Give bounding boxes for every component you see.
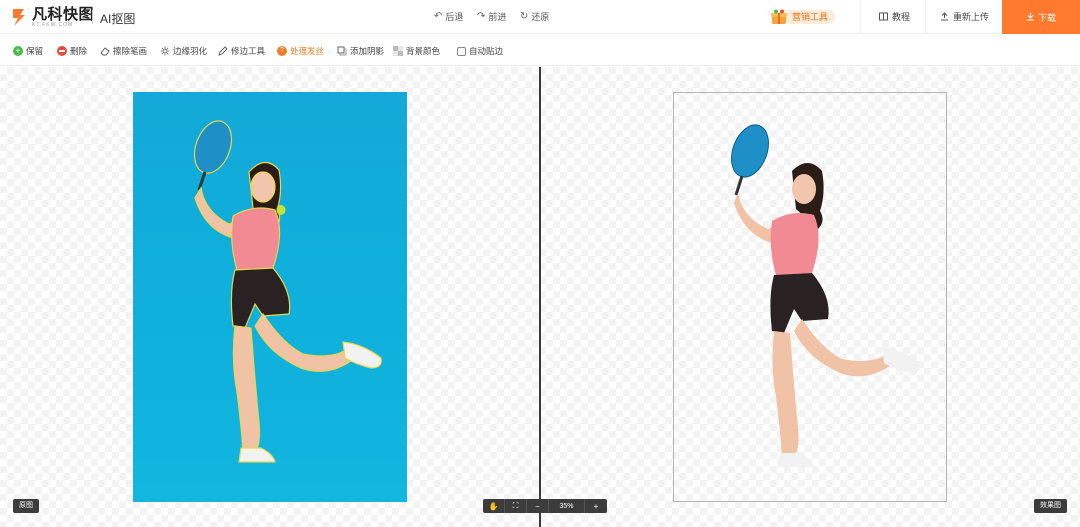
add-shadow-button[interactable]: 添加阴影	[337, 45, 384, 57]
gift-icon	[770, 8, 788, 26]
header-separator	[925, 0, 926, 34]
redo-button[interactable]: ↷ 前进	[477, 10, 506, 23]
restore-label: 还原	[531, 12, 550, 22]
zoom-controls: ✋ ⛶ − 35% +	[483, 499, 607, 513]
undo-icon: ↶	[434, 11, 443, 22]
book-icon	[879, 12, 888, 21]
minus-circle-icon	[57, 46, 67, 56]
zoom-out-button[interactable]: −	[527, 499, 549, 513]
undo-button[interactable]: ↶ 后退	[434, 10, 463, 23]
fit-screen-icon: ⛶	[512, 501, 519, 510]
result-label-button[interactable]: 效果图	[1034, 499, 1067, 513]
marketing-label: 营销工具	[784, 10, 836, 24]
original-image	[133, 92, 407, 502]
feather-label: 边缘羽化	[173, 46, 208, 56]
header-separator	[860, 0, 861, 34]
player-cutout	[731, 124, 921, 467]
hair-processing-button[interactable]: ? 处理发丝	[277, 45, 324, 57]
trim-label: 修边工具	[231, 46, 266, 56]
zoom-value: 35%	[549, 499, 585, 513]
pen-icon	[218, 46, 228, 56]
auto-snap-checkbox[interactable]: 自动贴边	[457, 45, 503, 57]
edge-trim-button[interactable]: 修边工具	[218, 45, 265, 57]
marketing-tools-button[interactable]: 营销工具	[770, 8, 836, 26]
restore-button[interactable]: ↻ 还原	[520, 10, 549, 23]
player-figure	[193, 120, 382, 463]
redo-label: 前进	[488, 12, 507, 22]
hair-icon: ?	[277, 46, 287, 56]
hand-tool-button[interactable]: ✋	[483, 499, 505, 513]
hand-icon: ✋	[488, 501, 499, 511]
delete-brush-button[interactable]: 删除	[57, 45, 87, 57]
reupload-label: 重新上传	[953, 12, 990, 22]
zoom-in-button[interactable]: +	[585, 499, 607, 513]
compare-divider[interactable]	[539, 67, 541, 527]
edge-feather-button[interactable]: 边缘羽化	[160, 45, 207, 57]
header-divider	[92, 10, 93, 24]
undo-label: 后退	[445, 12, 464, 22]
top-header: 凡科快图 KT.FKW.COM AI抠图 ↶ 后退 ↷ 前进 ↻ 还原 营销工具	[0, 0, 1080, 34]
erase-strokes-button[interactable]: 擦除笔画	[100, 45, 147, 57]
upload-icon	[940, 12, 949, 21]
delete-label: 删除	[70, 46, 88, 56]
feather-icon	[160, 46, 170, 56]
tutorial-button[interactable]: 教程	[879, 10, 910, 23]
redo-icon: ↷	[477, 11, 486, 22]
app-logo[interactable]: 凡科快图 KT.FKW.COM	[10, 5, 94, 29]
hair-label: 处理发丝	[290, 46, 325, 56]
keep-brush-button[interactable]: + 保留	[13, 45, 43, 57]
tutorial-label: 教程	[892, 12, 911, 22]
checkbox-icon	[457, 46, 466, 56]
restore-icon: ↻	[520, 11, 529, 22]
download-button[interactable]: 下载	[1002, 0, 1080, 34]
erase-label: 擦除笔画	[113, 46, 148, 56]
bg-color-label: 背景颜色	[406, 46, 441, 56]
tool-title: AI抠图	[100, 12, 136, 26]
shadow-label: 添加阴影	[350, 46, 385, 56]
background-color-button[interactable]: 背景颜色	[393, 45, 440, 57]
download-icon	[1026, 12, 1035, 23]
logo-subtext: KT.FKW.COM	[32, 21, 74, 28]
plus-circle-icon: +	[13, 46, 23, 56]
edit-toolbar: + 保留 删除 擦除笔画 边缘羽化 修边工具 ? 处理发丝 添加阴影 背景颜色 …	[0, 35, 1080, 66]
download-label: 下载	[1037, 12, 1056, 23]
eraser-icon	[100, 46, 110, 56]
keep-label: 保留	[26, 46, 44, 56]
result-image	[673, 92, 947, 502]
reupload-button[interactable]: 重新上传	[940, 10, 989, 23]
shadow-icon	[337, 46, 347, 56]
fit-screen-button[interactable]: ⛶	[505, 499, 527, 513]
logo-mark-icon	[10, 7, 28, 27]
editor-canvas[interactable]: 原图 效果图 ✋ ⛶ − 35% +	[0, 67, 1080, 527]
logo-text: 凡科快图	[32, 5, 95, 23]
auto-snap-label: 自动贴边	[469, 46, 504, 56]
original-label-button[interactable]: 原图	[13, 499, 39, 513]
bg-color-icon	[393, 46, 403, 56]
